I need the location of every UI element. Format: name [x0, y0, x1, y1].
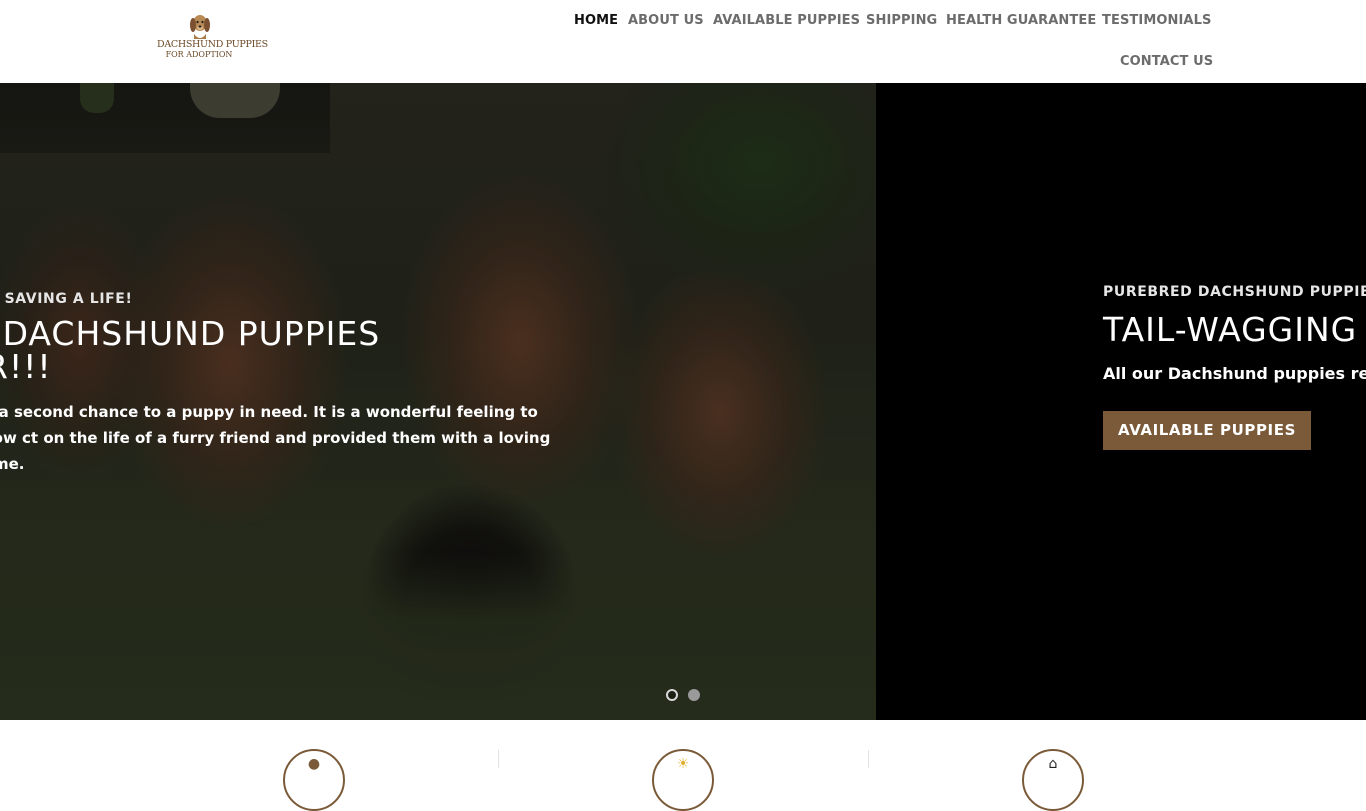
site-header: DACHSHUND PUPPIES FOR ADOPTION HOME ABOU…: [0, 0, 1366, 83]
paw-icon: ●: [283, 749, 345, 811]
features-strip: ● ☀ ⌂: [0, 720, 1366, 811]
nav-health-guarantee[interactable]: HEALTH GUARANTEE: [946, 13, 1096, 29]
hero-slide-2: PUREBRED DACHSHUND PUPPIES F TAIL-WAGGIN…: [876, 83, 1366, 720]
nav-contact-us[interactable]: CONTACT US: [1120, 54, 1213, 70]
feature-divider: [498, 750, 499, 768]
hero-slider[interactable]: MEANS SAVING A LIFE! UR DACHSHUND PUPPIE…: [0, 83, 1366, 720]
feature-divider: [868, 750, 869, 768]
nav-home[interactable]: HOME: [574, 13, 618, 29]
slide-1-title: UR DACHSHUND PUPPIES TER!!!: [0, 314, 381, 386]
sun-icon: ☀: [652, 749, 714, 811]
slider-dot-2[interactable]: [688, 689, 700, 701]
nav-about-us[interactable]: ABOUT US: [628, 13, 704, 29]
home-icon: ⌂: [1022, 749, 1084, 811]
main-nav: HOME ABOUT US AVAILABLE PUPPIES SHIPPING…: [0, 0, 1366, 83]
slide-1-kicker: MEANS SAVING A LIFE!: [0, 291, 133, 307]
slide-2-text: All our Dachshund puppies receive: [1103, 364, 1366, 383]
slide-2-kicker: PUREBRED DACHSHUND PUPPIES F: [1103, 284, 1366, 300]
slide-2-title: TAIL-WAGGING: [1103, 310, 1358, 349]
nav-shipping[interactable]: SHIPPING: [866, 13, 937, 29]
nav-testimonials[interactable]: TESTIMONIALS: [1102, 13, 1211, 29]
hero-slide-1: MEANS SAVING A LIFE! UR DACHSHUND PUPPIE…: [0, 83, 876, 720]
slider-dot-1[interactable]: [666, 689, 678, 701]
available-puppies-button[interactable]: AVAILABLE PUPPIES: [1103, 411, 1311, 450]
slider-pagination: [666, 689, 706, 703]
slide-1-text: ng a second chance to a puppy in need. I…: [0, 403, 551, 473]
nav-available-puppies[interactable]: AVAILABLE PUPPIES: [713, 13, 860, 29]
